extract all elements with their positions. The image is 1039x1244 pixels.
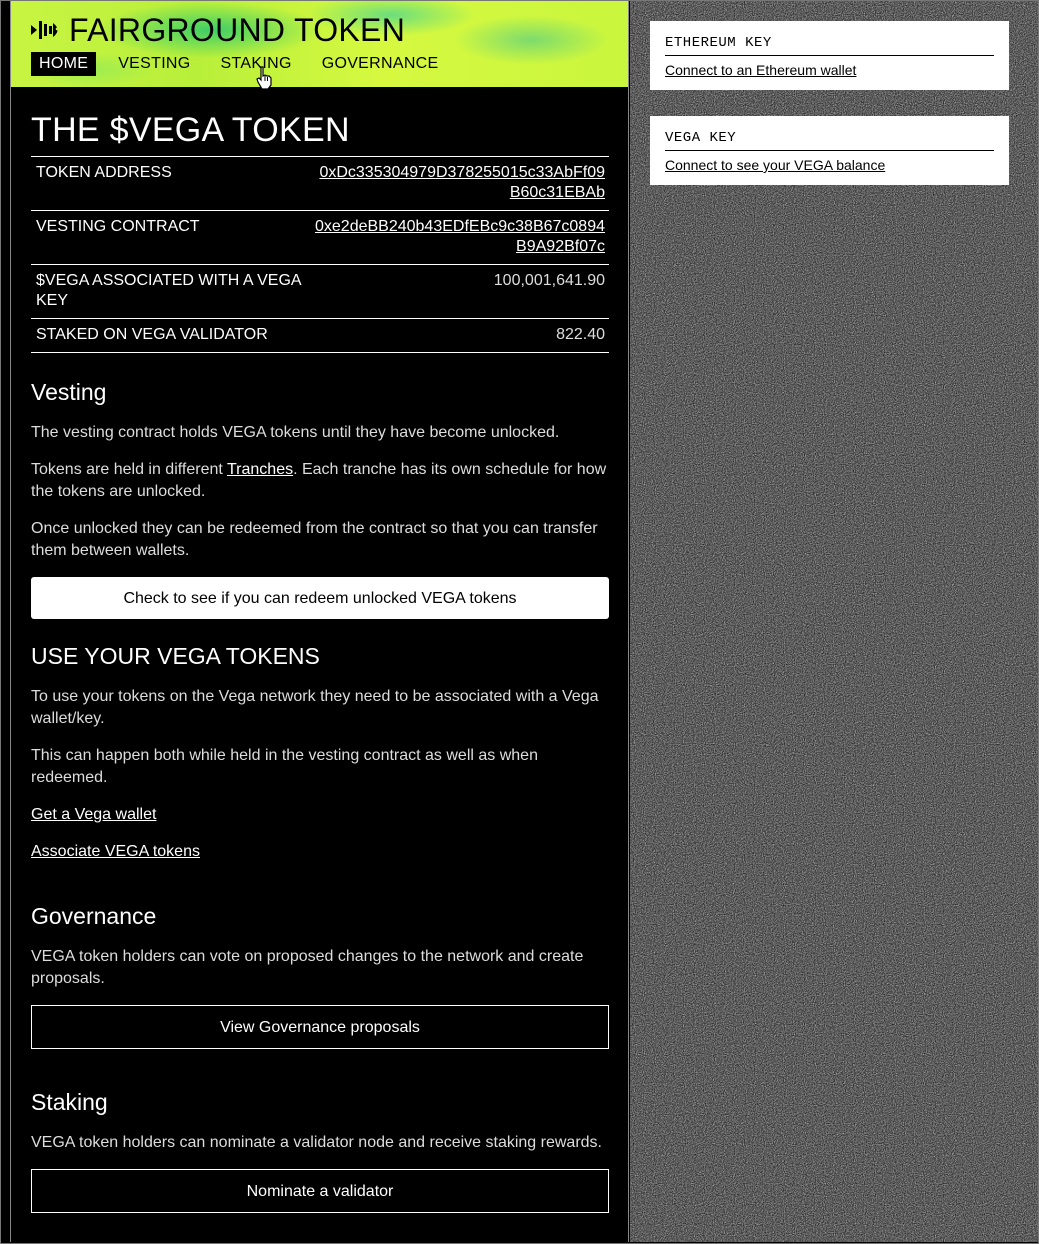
main-column: FAIRGROUND TOKEN HOME VESTING STAKING GO…: [10, 0, 629, 1242]
nominate-validator-button[interactable]: Nominate a validator: [31, 1169, 609, 1213]
vesting-contract-link[interactable]: 0xe2deBB240b43EDfEBc9c38B67c0894B9A92Bf0…: [315, 218, 605, 255]
table-row: TOKEN ADDRESS 0xDc335304979D378255015c33…: [31, 156, 609, 211]
connect-ethereum-link[interactable]: Connect to an Ethereum wallet: [665, 62, 994, 78]
staked-value: 822.40: [310, 318, 609, 353]
tranches-link[interactable]: Tranches: [227, 461, 293, 478]
app-title: FAIRGROUND TOKEN: [69, 12, 406, 48]
vesting-text-2: Tokens are held in different Tranches. E…: [31, 459, 608, 503]
vesting-text-1: The vesting contract holds VEGA tokens u…: [31, 424, 560, 441]
vesting-text-2-pre: Tokens are held in different: [31, 461, 227, 478]
header-banner: FAIRGROUND TOKEN HOME VESTING STAKING GO…: [11, 0, 628, 90]
page-title: THE $VEGA TOKEN: [31, 111, 350, 149]
associated-value: 100,001,641.90: [310, 264, 609, 319]
view-governance-button[interactable]: View Governance proposals: [31, 1005, 609, 1049]
table-row: $VEGA ASSOCIATED WITH A VEGA KEY 100,001…: [31, 264, 609, 319]
vesting-heading: Vesting: [31, 379, 107, 405]
noise-background: [630, 0, 1038, 1242]
brand[interactable]: FAIRGROUND TOKEN: [29, 12, 405, 48]
staking-text: VEGA token holders can nominate a valida…: [31, 1134, 602, 1151]
governance-text: VEGA token holders can vote on proposed …: [31, 948, 584, 987]
token-address-link[interactable]: 0xDc335304979D378255015c33AbFf09B60c31EB…: [319, 164, 605, 201]
ethereum-key-title: ETHEREUM KEY: [665, 35, 994, 56]
use-tokens-text-1: To use your tokens on the Vega network t…: [31, 688, 599, 727]
vesting-contract-label: VESTING CONTRACT: [31, 210, 310, 265]
ethereum-key-card: ETHEREUM KEY Connect to an Ethereum wall…: [650, 21, 1009, 90]
nav-home[interactable]: HOME: [31, 52, 97, 76]
get-vega-wallet-link[interactable]: Get a Vega wallet: [31, 806, 156, 823]
associated-label: $VEGA ASSOCIATED WITH A VEGA KEY: [31, 264, 310, 319]
nav-governance[interactable]: GOVERNANCE: [314, 52, 447, 76]
use-tokens-text-2: This can happen both while held in the v…: [31, 747, 538, 786]
hand-cursor-icon: [256, 66, 272, 90]
vesting-text-3: Once unlocked they can be redeemed from …: [31, 520, 598, 559]
staked-label: STAKED ON VEGA VALIDATOR: [31, 318, 310, 353]
governance-heading: Governance: [31, 903, 157, 929]
vega-key-title: VEGA KEY: [665, 130, 994, 151]
staking-heading: Staking: [31, 1089, 108, 1115]
use-tokens-heading: USE YOUR VEGA TOKENS: [31, 643, 320, 669]
token-info-table: TOKEN ADDRESS 0xDc335304979D378255015c33…: [31, 156, 609, 353]
redeem-check-button[interactable]: Check to see if you can redeem unlocked …: [31, 577, 609, 619]
right-panel: ETHEREUM KEY Connect to an Ethereum wall…: [630, 0, 1038, 1242]
nav-vesting[interactable]: VESTING: [110, 52, 198, 76]
table-row: STAKED ON VEGA VALIDATOR 822.40: [31, 318, 609, 353]
associate-tokens-link[interactable]: Associate VEGA tokens: [31, 843, 200, 860]
token-address-label: TOKEN ADDRESS: [31, 156, 310, 211]
connect-vega-link[interactable]: Connect to see your VEGA balance: [665, 157, 994, 173]
table-row: VESTING CONTRACT 0xe2deBB240b43EDfEBc9c3…: [31, 210, 609, 265]
main-nav: HOME VESTING STAKING GOVERNANCE: [31, 52, 461, 76]
vega-logo-icon: [31, 21, 59, 39]
vega-key-card: VEGA KEY Connect to see your VEGA balanc…: [650, 116, 1009, 185]
